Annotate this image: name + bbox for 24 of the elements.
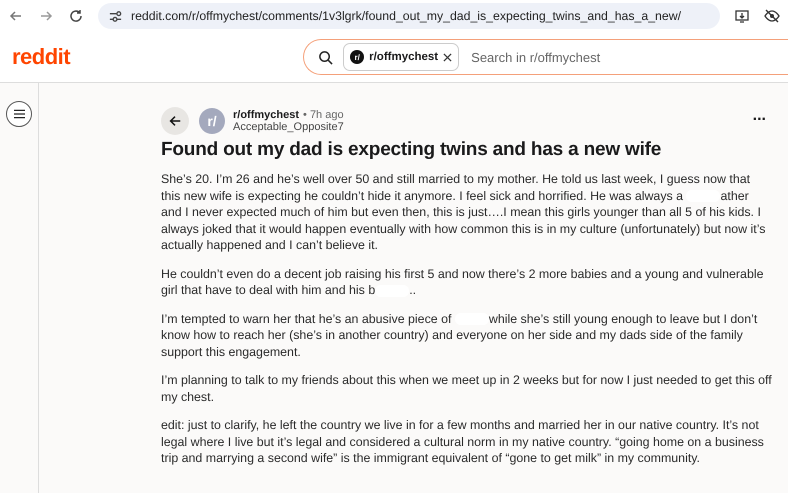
menu-icon xyxy=(14,109,24,119)
close-icon[interactable] xyxy=(443,52,452,62)
post-paragraph: She’s 20. I’m 26 and he’s well over 50 and still married to my mother. He told us last week, I guess now that this new wife is expecting he couldn’t hide it anymore. I feel sick and horrified. He was always a ather and I never expected much of him but even then, this is just….I mean this girls younger than all 5 of his kids. I always joked that it would happen eventually with how common this is in my culture (unfortunately) but now it’s actually happened and I can’t believe it. xyxy=(161,171,766,254)
search-icon xyxy=(318,50,334,64)
search-field[interactable]: r/ r/offmychest Search in r/offmychest xyxy=(303,39,788,75)
community-icon: r/ xyxy=(350,50,364,64)
community-chip[interactable]: r/ r/offmychest xyxy=(343,43,460,71)
author-link[interactable]: Acceptable_Opposite7 xyxy=(233,121,745,133)
install-icon[interactable] xyxy=(734,8,750,24)
back-button[interactable] xyxy=(161,107,189,135)
post-paragraph: I’m tempted to warn her that he’s an abusive piece of while she’s still young enough to leave but I don’t know how to reach her (she’s in another country) and everyone on her side and my dads side of the family support this engagement. xyxy=(161,310,758,360)
post-paragraph: He couldn’t even do a decent job raising his first 5 and now there’s 2 more babies and a young and vulnerable girl that have to deal with him and his b .. xyxy=(161,266,764,298)
post-title: Found out my dad is expecting twins and has a new wife xyxy=(161,139,662,161)
subreddit-link[interactable]: r/offmychest xyxy=(233,109,300,121)
menu-button[interactable] xyxy=(6,101,32,127)
post-paragraph: edit: just to clarify, he left the country we live in for a few months and married her in our native country. It’s not legal where I live but it’s legal and considered a cultural norm in my native country. “going home on a business trip and marrying a second wife” is the immigrant equivalent of “gone to get milk” in my community. xyxy=(161,417,765,466)
address-bar[interactable]: reddit.com/r/offmychest/comments/1v3lgrk/found_out_my_dad_is_expecting_twins_and_has_a_new/ xyxy=(98,3,720,29)
more-options-button[interactable]: ... xyxy=(752,107,766,125)
back-arrow-icon xyxy=(168,114,182,128)
post-paragraph: I’m planning to talk to my friends about this when we meet up in 2 weeks but for now I just needed to get this off my chest. xyxy=(161,372,772,405)
reload-icon[interactable] xyxy=(68,8,84,24)
site-settings-icon[interactable] xyxy=(108,8,123,24)
eye-slash-icon[interactable] xyxy=(764,8,780,24)
post-age: • 7h ago xyxy=(303,109,344,121)
